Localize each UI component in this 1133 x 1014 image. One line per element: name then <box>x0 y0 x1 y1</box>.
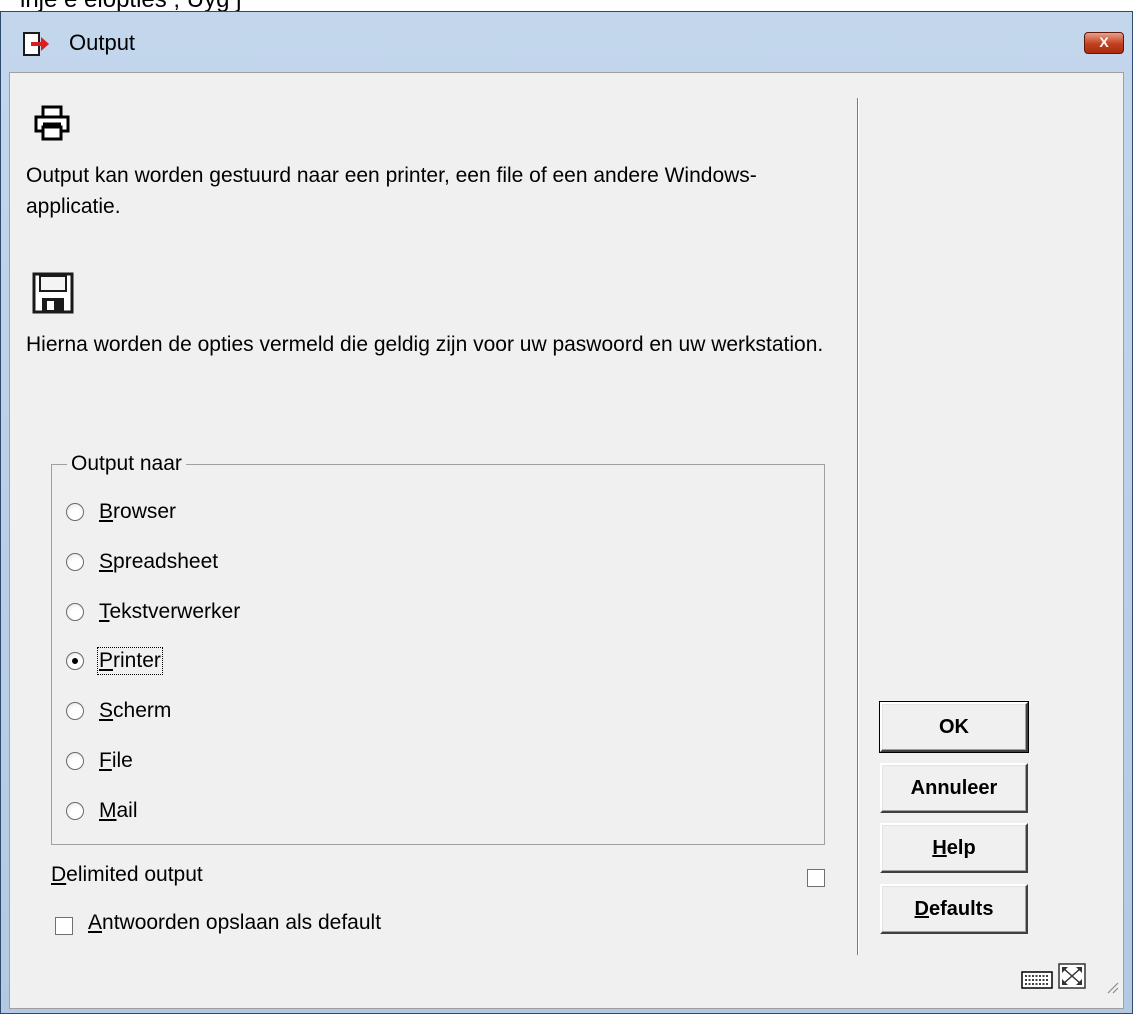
title-bar[interactable]: Output X <box>1 12 1132 72</box>
dialog-body: Output kan worden gestuurd naar een prin… <box>9 72 1124 1009</box>
radio-mail[interactable] <box>66 802 84 820</box>
option-label: Printer <box>97 647 163 675</box>
close-icon: X <box>1099 34 1109 50</box>
output-description: Output kan worden gestuurd naar een prin… <box>26 164 757 218</box>
window-title: Output <box>69 30 136 55</box>
radio-spreadsheet[interactable] <box>66 553 84 571</box>
ok-button[interactable]: OK <box>879 701 1029 753</box>
save-defaults-label[interactable]: Antwoorden opslaan als default <box>88 911 381 935</box>
option-scherm[interactable]: Scherm <box>66 694 171 728</box>
help-button[interactable]: Help <box>880 823 1028 873</box>
save-defaults-checkbox[interactable] <box>55 917 73 935</box>
exit-icon <box>23 32 49 56</box>
close-button[interactable]: X <box>1084 32 1124 54</box>
printer-icon <box>34 105 70 141</box>
defaults-button[interactable]: Defaults <box>880 884 1028 934</box>
radio-printer[interactable] <box>66 652 84 670</box>
option-label: File <box>99 749 133 772</box>
floppy-disk-icon <box>32 272 74 314</box>
option-printer[interactable]: Printer <box>66 644 163 678</box>
defaults-button-label: Defaults <box>914 897 994 920</box>
cancel-button-label: Annuleer <box>910 776 998 799</box>
size-grip-icon[interactable] <box>1105 980 1119 994</box>
output-target-group: Output naar Browser Spreadsheet Tekstver… <box>51 451 825 845</box>
output-dialog: Output X Output kan worden gestuurd naar… <box>0 11 1133 1014</box>
option-mail[interactable]: Mail <box>66 794 138 828</box>
help-button-label: Help <box>932 836 976 859</box>
option-spreadsheet[interactable]: Spreadsheet <box>66 545 218 579</box>
option-browser[interactable]: Browser <box>66 495 176 529</box>
option-label: Browser <box>99 500 177 523</box>
option-label: Scherm <box>99 699 172 722</box>
group-title: Output naar <box>67 451 186 477</box>
option-label: Mail <box>99 799 138 822</box>
status-icons <box>1021 963 1086 989</box>
keyboard-icon[interactable] <box>1021 971 1053 989</box>
vertical-divider <box>857 98 859 955</box>
option-label: Tekstverwerker <box>99 600 241 623</box>
radio-scherm[interactable] <box>66 702 84 720</box>
delimited-output-label: Delimited output <box>51 863 203 886</box>
delimited-output-checkbox[interactable] <box>807 869 825 887</box>
resize-icon[interactable] <box>1058 963 1086 989</box>
radio-tekstverwerker[interactable] <box>66 603 84 621</box>
options-description: Hierna worden de opties vermeld die geld… <box>26 333 824 356</box>
cancel-button[interactable]: Annuleer <box>880 763 1028 813</box>
option-tekstverwerker[interactable]: Tekstverwerker <box>66 595 240 629</box>
ok-button-label: OK <box>939 715 969 738</box>
radio-browser[interactable] <box>66 503 84 521</box>
option-label: Spreadsheet <box>99 550 219 573</box>
radio-file[interactable] <box>66 752 84 770</box>
option-file[interactable]: File <box>66 744 133 778</box>
